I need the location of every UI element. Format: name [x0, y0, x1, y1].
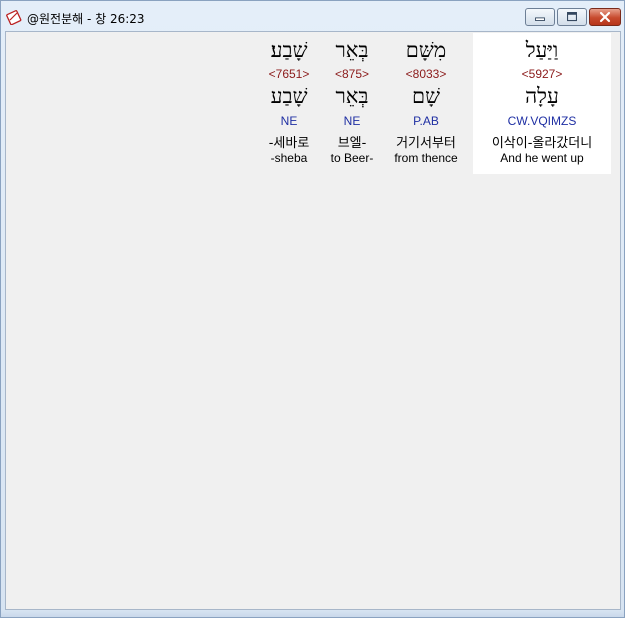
- window-bottom-border[interactable]: [1, 610, 624, 617]
- strong-number[interactable]: <5927>: [473, 67, 611, 81]
- korean-translation: -세바로: [268, 136, 310, 151]
- analysis-panel[interactable]: וַיַּעַל <5927> עָלָה CW.VQIMZS 이삭이-올라갔더…: [5, 31, 621, 610]
- hebrew-lemma: עָלָה: [525, 84, 559, 108]
- hebrew-lemma: בְּאֵר: [335, 84, 369, 108]
- title-bar[interactable]: @원전분해 - 창 26:23: [1, 1, 624, 31]
- close-button[interactable]: [589, 8, 621, 26]
- minimize-button[interactable]: [525, 8, 555, 26]
- window-title: @원전분해 - 창 26:23: [27, 12, 145, 26]
- strong-number[interactable]: <7651>: [259, 67, 319, 81]
- hebrew-lemma: שָׁבַע: [270, 84, 308, 108]
- minimize-icon: [535, 17, 545, 21]
- korean-translation: 브엘-: [337, 136, 367, 151]
- close-icon: [599, 11, 611, 23]
- word-column-3[interactable]: בְּאֵר <875> בְּאֵר NE 브엘- to Beer-: [324, 32, 380, 172]
- morphology-code: NE: [343, 114, 361, 128]
- hebrew-form: בְּאֵר: [335, 38, 369, 62]
- word-column-2[interactable]: מִשָּׁם <8033> שָׁם P.AB 거기서부터 from then…: [384, 32, 468, 172]
- english-translation: -sheba: [270, 151, 308, 165]
- app-icon[interactable]: [6, 9, 22, 26]
- english-translation: to Beer-: [330, 151, 374, 165]
- word-column-1[interactable]: וַיַּעַל <5927> עָלָה CW.VQIMZS 이삭이-올라갔더…: [473, 32, 611, 172]
- maximize-button[interactable]: [557, 8, 587, 26]
- hebrew-form: שָׁבַע׃: [270, 38, 308, 62]
- strong-number[interactable]: <8033>: [384, 67, 468, 81]
- morphology-code: NE: [280, 114, 298, 128]
- hebrew-form: וַיַּעַל: [525, 38, 559, 62]
- morphology-code: P.AB: [413, 114, 439, 128]
- korean-translation: 이삭이-올라갔더니: [491, 136, 593, 151]
- app-window: @원전분해 - 창 26:23 וַיַּעַל <5927> עָלָה CW…: [0, 0, 625, 618]
- restore-icon: [567, 12, 577, 22]
- korean-translation: 거기서부터: [396, 136, 456, 151]
- word-column-4[interactable]: שָׁבַע׃ <7651> שָׁבַע NE -세바로 -sheba: [259, 32, 319, 172]
- strong-number[interactable]: <875>: [324, 67, 380, 81]
- english-translation: from thence: [394, 151, 458, 165]
- morphology-code: CW.VQIMZS: [507, 114, 577, 128]
- english-translation: And he went up: [500, 151, 584, 165]
- hebrew-lemma: שָׁם: [412, 84, 440, 108]
- hebrew-form: מִשָּׁם: [405, 38, 447, 62]
